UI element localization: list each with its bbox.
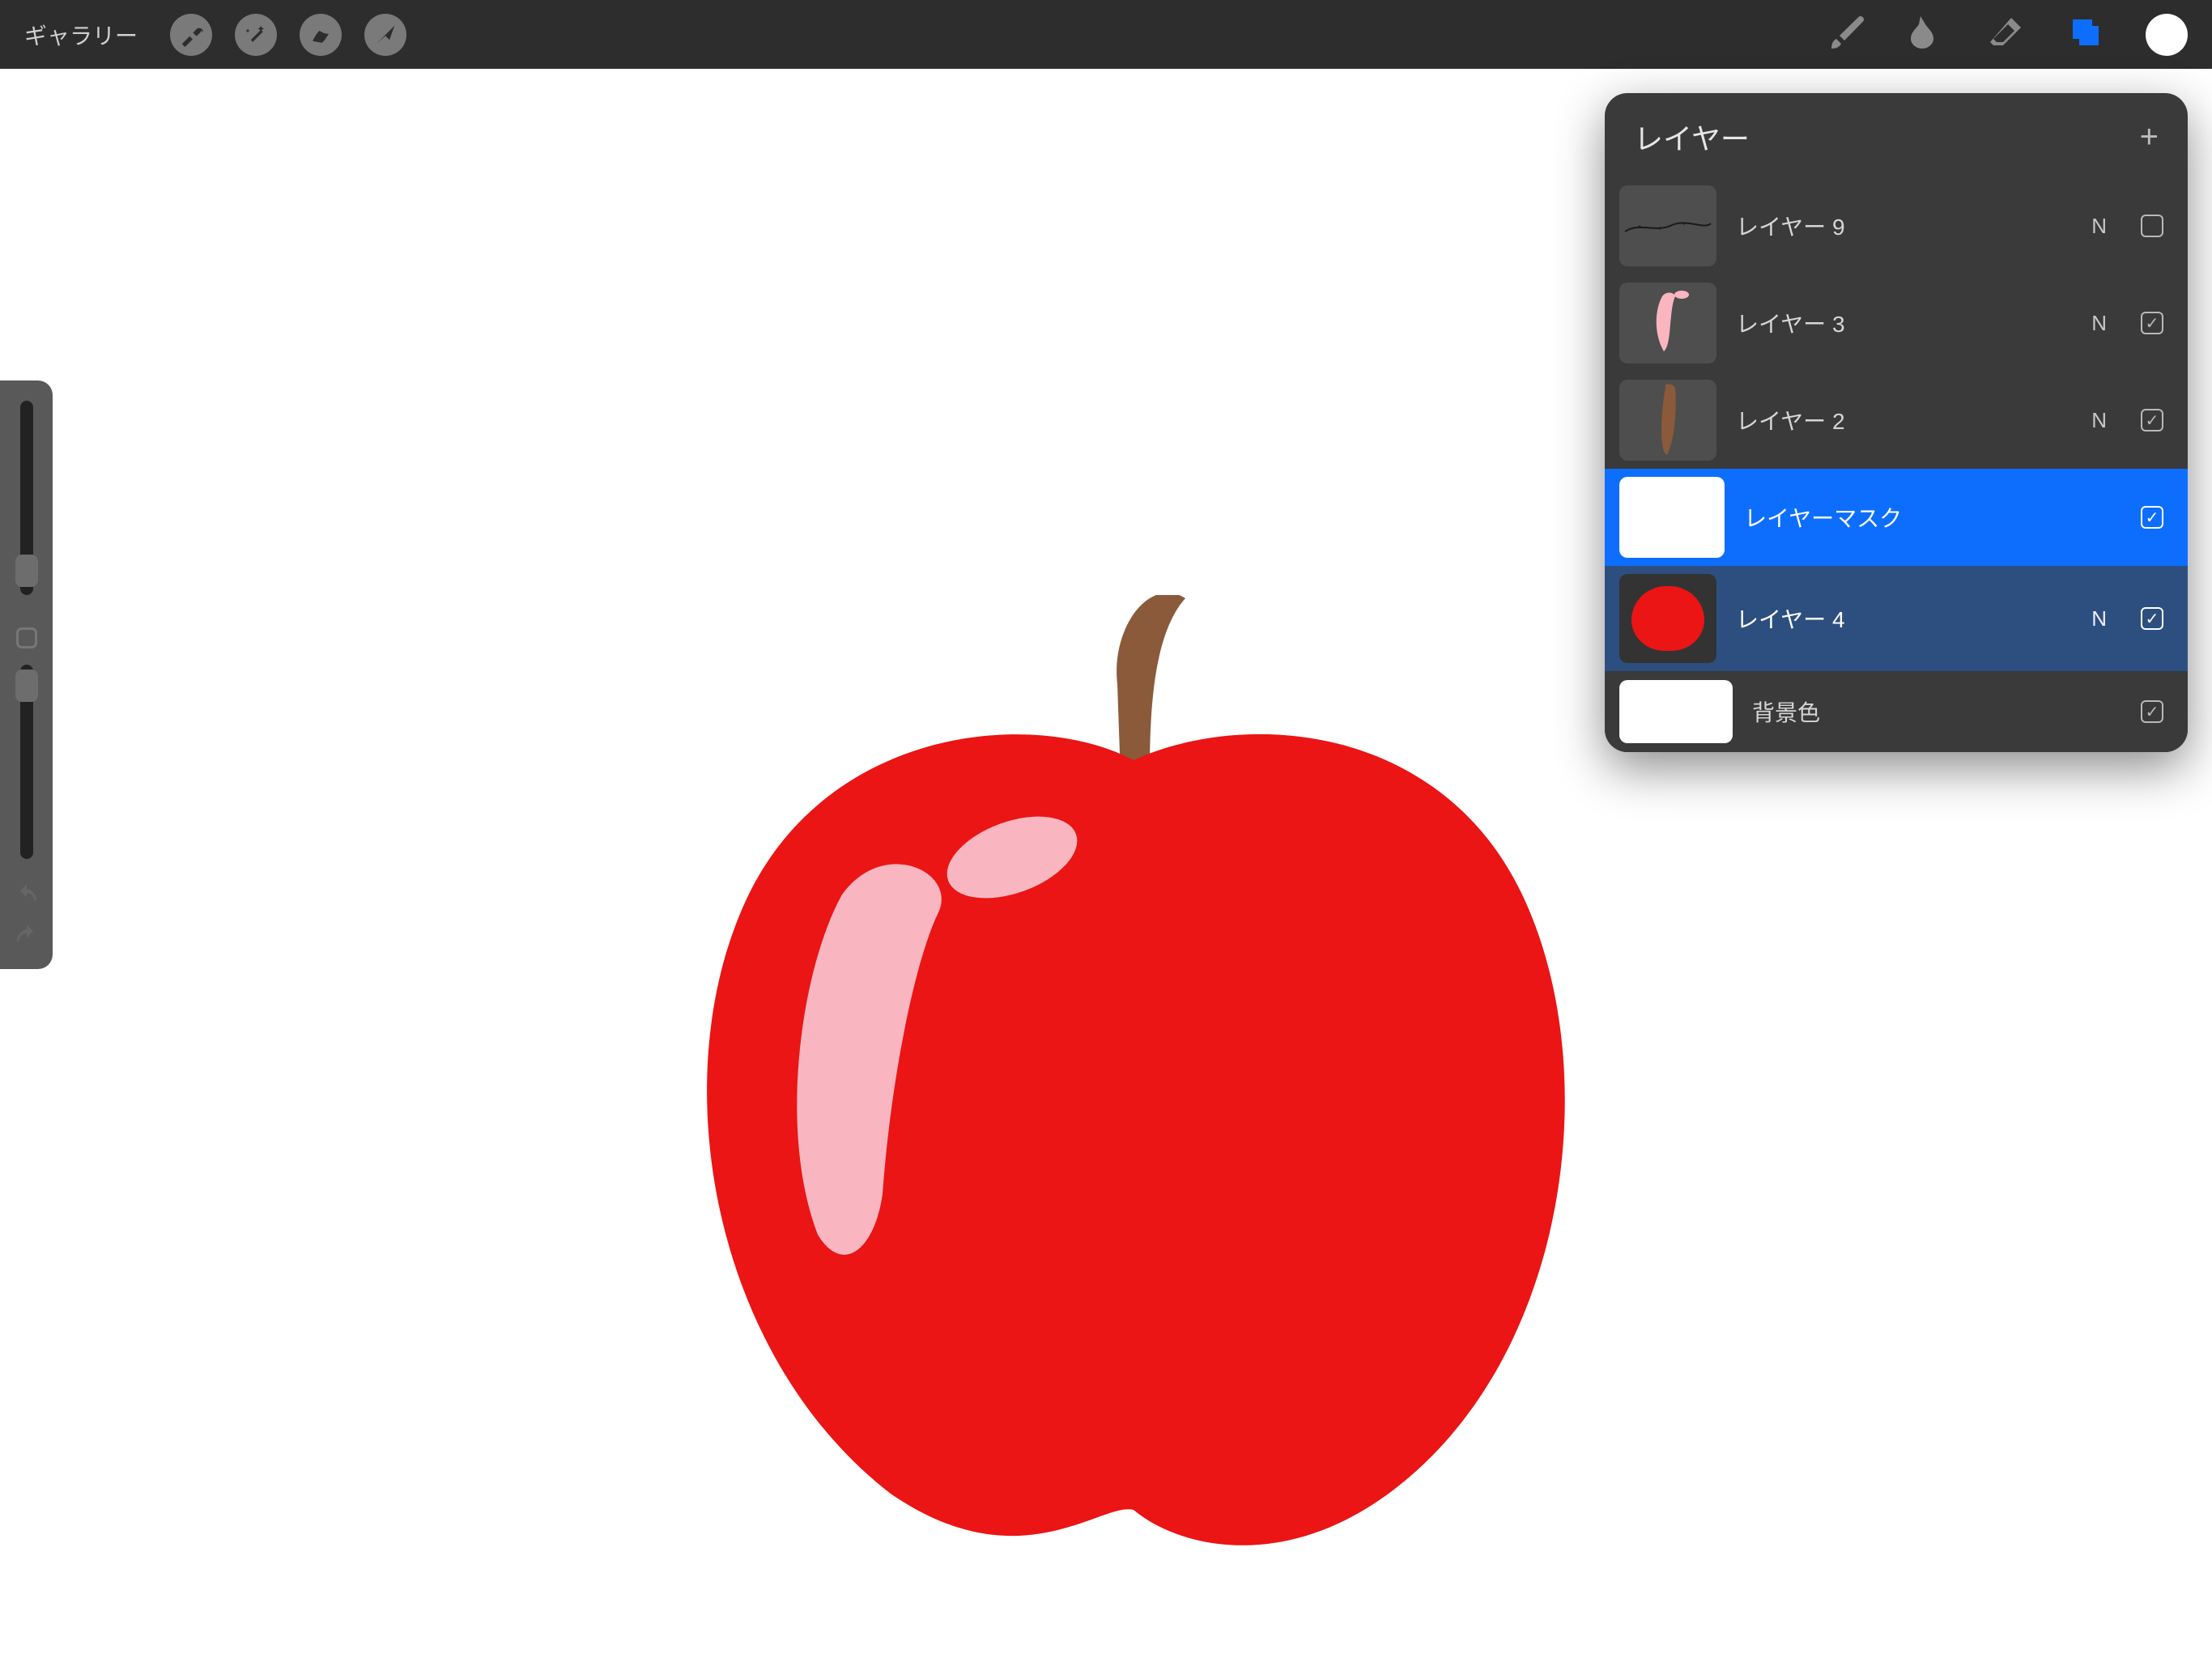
layer-row-selected[interactable]: レイヤー 4 N (1605, 566, 2188, 671)
eraser-tool[interactable] (1987, 13, 2026, 56)
layer-thumbnail (1619, 380, 1716, 461)
blend-mode[interactable]: N (2091, 606, 2107, 631)
visibility-checkbox[interactable] (2141, 607, 2163, 630)
layer-row[interactable]: レイヤー 2 N (1605, 372, 2188, 469)
layer-label: レイヤーマスク (1744, 501, 2087, 534)
undo-icon[interactable] (14, 883, 40, 909)
selection-icon (308, 23, 333, 47)
eraser-icon (1987, 13, 2026, 52)
side-panel (0, 380, 53, 969)
layer-thumbnail (1619, 574, 1716, 663)
layer-thumbnail (1619, 477, 1725, 558)
layer-label: レイヤー 9 (1736, 210, 2072, 242)
layer-label: レイヤー 4 (1736, 602, 2072, 635)
wrench-icon (179, 23, 203, 47)
color-picker[interactable] (2146, 14, 2188, 56)
visibility-checkbox[interactable] (2141, 506, 2163, 529)
blend-mode[interactable]: N (2091, 311, 2107, 336)
brush-tool[interactable] (1828, 13, 1867, 56)
gallery-button[interactable]: ギャラリー (24, 19, 138, 51)
layer-mask-row[interactable]: レイヤーマスク (1605, 469, 2188, 566)
brush-size-slider[interactable] (20, 401, 33, 595)
apple-artwork (615, 595, 1652, 1583)
visibility-checkbox[interactable] (2141, 409, 2163, 432)
transform-button[interactable] (364, 14, 406, 56)
wand-icon (244, 23, 268, 47)
brush-icon (1828, 13, 1867, 52)
layer-label: レイヤー 2 (1736, 404, 2072, 436)
background-layer-row[interactable]: 背景色 (1605, 671, 2188, 752)
layer-thumbnail (1619, 185, 1716, 266)
layers-panel: レイヤー + レイヤー 9 N レイヤー 3 N レイヤー 2 N レイヤーマス… (1605, 93, 2188, 752)
visibility-checkbox[interactable] (2141, 700, 2163, 723)
smudge-tool[interactable] (1908, 13, 1946, 56)
layer-thumbnail (1619, 283, 1716, 363)
smudge-icon (1908, 13, 1946, 52)
layer-label: 背景色 (1752, 695, 2087, 728)
layer-label: レイヤー 3 (1736, 307, 2072, 339)
actions-button[interactable] (170, 14, 212, 56)
add-layer-button[interactable]: + (2140, 121, 2159, 153)
selection-button[interactable] (300, 14, 342, 56)
visibility-checkbox[interactable] (2141, 312, 2163, 334)
redo-icon[interactable] (14, 924, 40, 950)
layer-thumbnail (1619, 680, 1733, 743)
layers-title: レイヤー (1634, 116, 1750, 158)
arrow-icon (373, 23, 398, 47)
layers-header: レイヤー + (1605, 93, 2188, 177)
modify-button[interactable] (16, 627, 37, 648)
adjustments-button[interactable] (235, 14, 277, 56)
opacity-slider[interactable] (20, 665, 33, 859)
layers-tool[interactable] (2066, 13, 2105, 56)
visibility-checkbox[interactable] (2141, 215, 2163, 237)
layers-icon (2066, 13, 2105, 52)
brush-size-thumb[interactable] (15, 555, 38, 587)
blend-mode[interactable]: N (2091, 214, 2107, 239)
layer-row[interactable]: レイヤー 9 N (1605, 177, 2188, 274)
top-right-tools (1828, 13, 2188, 56)
top-toolbar: ギャラリー (0, 0, 2212, 69)
opacity-thumb[interactable] (15, 670, 38, 702)
blend-mode[interactable]: N (2091, 408, 2107, 433)
layer-row[interactable]: レイヤー 3 N (1605, 274, 2188, 372)
